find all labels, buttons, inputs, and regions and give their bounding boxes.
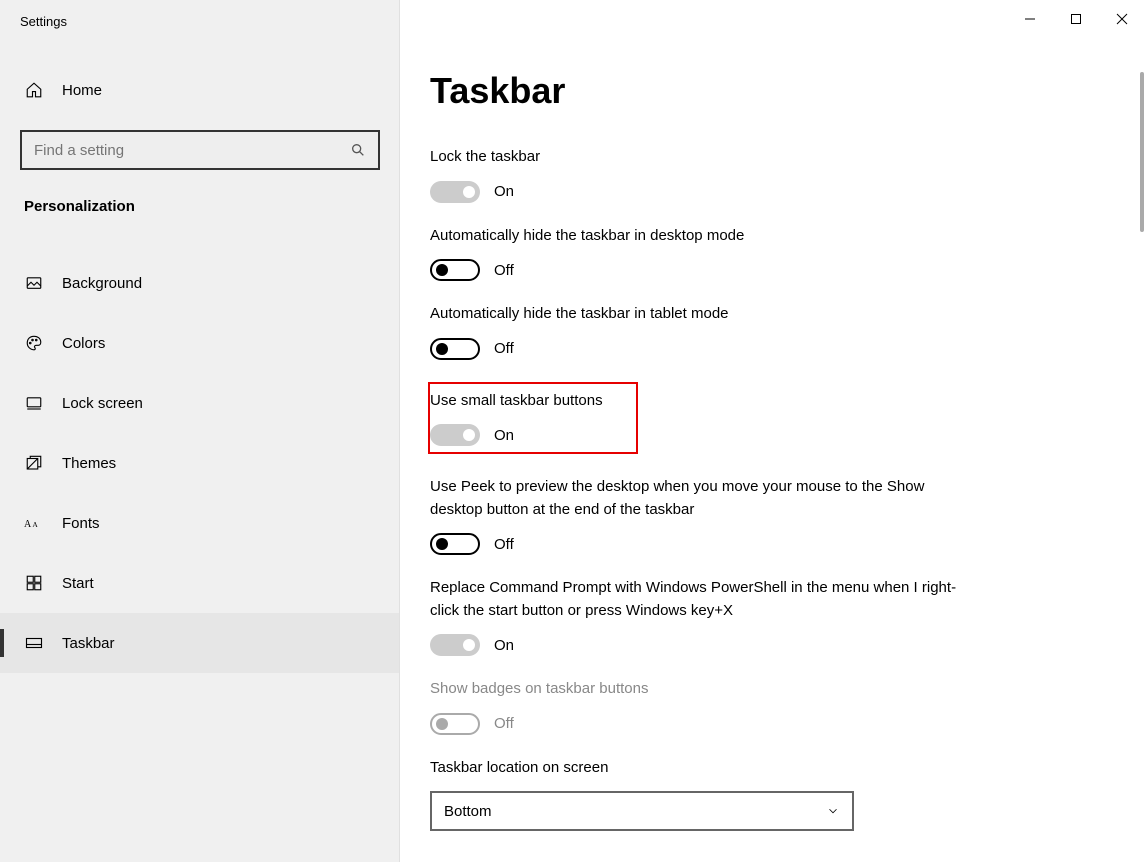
fonts-icon: AA: [24, 513, 44, 533]
vertical-scrollbar[interactable]: [1139, 72, 1145, 832]
themes-icon: [24, 453, 44, 473]
setting-label: Use Peek to preview the desktop when you…: [430, 476, 960, 521]
setting-label: Replace Command Prompt with Windows Powe…: [430, 577, 960, 622]
toggle-small-taskbar-buttons[interactable]: [430, 424, 480, 446]
window-controls: [1007, 3, 1145, 35]
nav-home[interactable]: Home: [0, 60, 399, 120]
sidebar-item-label: Fonts: [62, 515, 100, 532]
taskbar-icon: [24, 633, 44, 653]
content-area: Taskbar Lock the taskbar On Automaticall…: [400, 0, 1145, 862]
setting-small-taskbar-buttons: Use small taskbar buttons On: [428, 382, 638, 455]
sidebar-item-label: Taskbar: [62, 635, 115, 652]
sidebar-item-fonts[interactable]: AA Fonts: [0, 493, 399, 553]
sidebar-item-background[interactable]: Background: [0, 253, 399, 313]
nav-list: Background Colors Lock screen Themes AA …: [0, 253, 399, 673]
svg-text:A: A: [32, 520, 38, 529]
sidebar-item-taskbar[interactable]: Taskbar: [0, 613, 399, 673]
setting-label: Show badges on taskbar buttons: [430, 678, 960, 701]
toggle-powershell[interactable]: [430, 634, 480, 656]
setting-taskbar-location: Taskbar location on screen Bottom: [430, 757, 1115, 832]
setting-peek-preview: Use Peek to preview the desktop when you…: [430, 476, 1115, 555]
start-icon: [24, 573, 44, 593]
setting-autohide-desktop: Automatically hide the taskbar in deskto…: [430, 225, 1115, 282]
toggle-state-text: Off: [494, 715, 514, 732]
sidebar-item-label: Colors: [62, 335, 105, 352]
page-title: Taskbar: [430, 70, 1115, 112]
minimize-button[interactable]: [1007, 3, 1053, 35]
home-icon: [24, 80, 44, 100]
toggle-badges: [430, 713, 480, 735]
maximize-button[interactable]: [1053, 3, 1099, 35]
sidebar: Settings Home Personalization Background…: [0, 0, 400, 862]
chevron-down-icon: [826, 804, 840, 818]
sidebar-item-label: Themes: [62, 455, 116, 472]
titlebar: [400, 0, 1145, 38]
setting-lock-taskbar: Lock the taskbar On: [430, 146, 1115, 203]
palette-icon: [24, 333, 44, 353]
dropdown-value: Bottom: [444, 803, 492, 820]
sidebar-item-label: Lock screen: [62, 395, 143, 412]
setting-badges: Show badges on taskbar buttons Off: [430, 678, 1115, 735]
main-panel: Taskbar Lock the taskbar On Automaticall…: [400, 0, 1145, 862]
dropdown-taskbar-location[interactable]: Bottom: [430, 791, 854, 831]
setting-label: Lock the taskbar: [430, 146, 960, 169]
toggle-state-text: On: [494, 427, 514, 444]
sidebar-category: Personalization: [0, 180, 399, 233]
sidebar-item-label: Background: [62, 275, 142, 292]
toggle-autohide-desktop[interactable]: [430, 259, 480, 281]
setting-label: Taskbar location on screen: [430, 757, 960, 780]
setting-label: Use small taskbar buttons: [430, 390, 626, 413]
sidebar-item-lockscreen[interactable]: Lock screen: [0, 373, 399, 433]
scrollbar-thumb[interactable]: [1140, 72, 1144, 232]
toggle-state-text: Off: [494, 536, 514, 553]
image-icon: [24, 273, 44, 293]
search-icon: [350, 141, 368, 159]
setting-autohide-tablet: Automatically hide the taskbar in tablet…: [430, 303, 1115, 360]
sidebar-item-start[interactable]: Start: [0, 553, 399, 613]
sidebar-item-label: Start: [62, 575, 94, 592]
svg-text:A: A: [24, 519, 32, 530]
lockscreen-icon: [24, 393, 44, 413]
toggle-state-text: Off: [494, 262, 514, 279]
setting-label: Automatically hide the taskbar in deskto…: [430, 225, 960, 248]
toggle-state-text: On: [494, 183, 514, 200]
sidebar-item-themes[interactable]: Themes: [0, 433, 399, 493]
window-title: Settings: [20, 14, 67, 29]
search-input-container[interactable]: [20, 130, 380, 170]
toggle-state-text: Off: [494, 340, 514, 357]
close-button[interactable]: [1099, 3, 1145, 35]
toggle-state-text: On: [494, 637, 514, 654]
sidebar-item-colors[interactable]: Colors: [0, 313, 399, 373]
search-input[interactable]: [34, 142, 350, 159]
toggle-autohide-tablet[interactable]: [430, 338, 480, 360]
nav-home-label: Home: [62, 82, 102, 99]
setting-label: Automatically hide the taskbar in tablet…: [430, 303, 960, 326]
toggle-lock-taskbar[interactable]: [430, 181, 480, 203]
toggle-peek-preview[interactable]: [430, 533, 480, 555]
setting-powershell: Replace Command Prompt with Windows Powe…: [430, 577, 1115, 656]
